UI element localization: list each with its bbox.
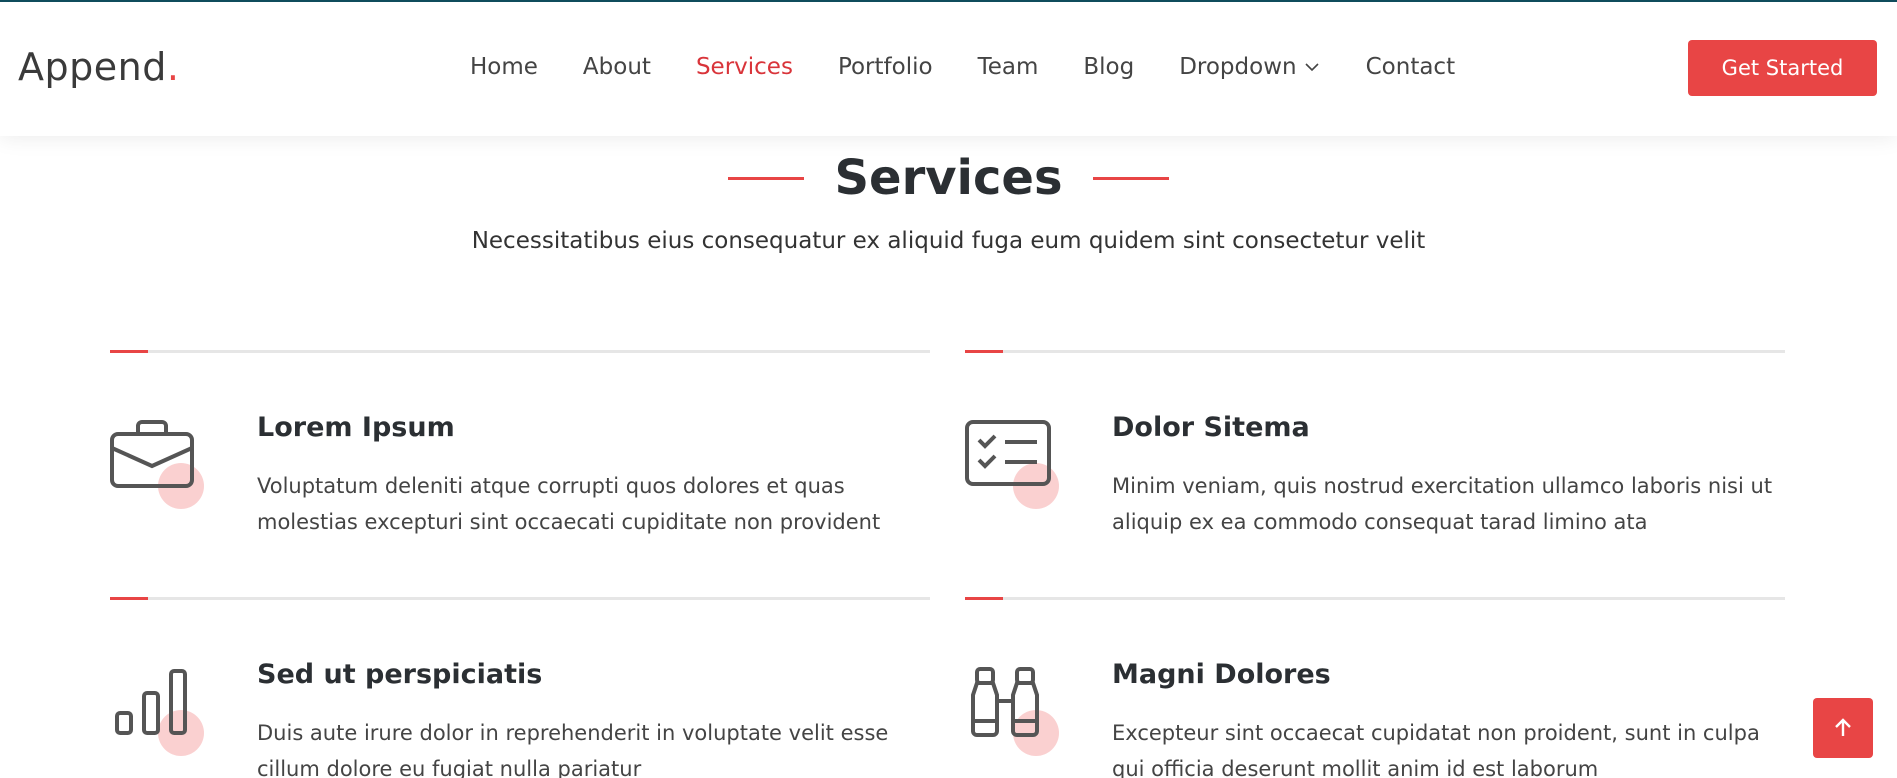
back-to-top-button[interactable] <box>1813 698 1873 758</box>
get-started-button[interactable]: Get Started <box>1688 40 1877 96</box>
site-header: Append. Home About Services Portfolio Te… <box>0 0 1897 136</box>
arrow-up-icon <box>1835 718 1851 736</box>
chevron-down-icon <box>1305 63 1319 72</box>
nav-team[interactable]: Team <box>978 54 1039 80</box>
nav-about[interactable]: About <box>583 54 651 80</box>
title-line-left <box>728 176 805 180</box>
service-text: Minim veniam, quis nostrud exercitation … <box>1112 474 1773 534</box>
binoculars-icon <box>965 665 1065 765</box>
nav-dropdown-label: Dropdown <box>1179 54 1297 80</box>
service-title: Sed ut perspiciatis <box>257 659 543 690</box>
card-divider <box>965 597 1785 600</box>
service-text: Duis aute irure dolor in reprehenderit i… <box>257 721 889 778</box>
nav-contact[interactable]: Contact <box>1366 54 1455 80</box>
card-divider <box>965 350 1785 353</box>
main-nav: Home About Services Portfolio Team Blog … <box>470 54 1500 80</box>
service-text: Voluptatum deleniti atque corrupti quos … <box>257 474 881 534</box>
service-text: Excepteur sint occaecat cupidatat non pr… <box>1112 721 1760 778</box>
logo[interactable]: Append. <box>18 45 179 89</box>
nav-portfolio[interactable]: Portfolio <box>838 54 933 80</box>
top-border <box>0 0 1897 2</box>
nav-blog[interactable]: Blog <box>1083 54 1134 80</box>
nav-dropdown[interactable]: Dropdown <box>1179 54 1320 80</box>
briefcase-icon <box>110 418 210 518</box>
logo-dot: . <box>166 45 180 89</box>
nav-services[interactable]: Services <box>696 54 793 80</box>
nav-home[interactable]: Home <box>470 54 538 80</box>
page-title: Services <box>834 150 1063 206</box>
title-line-right <box>1092 176 1169 180</box>
bar-chart-icon <box>110 665 210 765</box>
section-title: Services <box>0 150 1897 206</box>
service-title: Magni Dolores <box>1112 659 1331 690</box>
logo-text: Append <box>18 45 167 89</box>
service-title: Lorem Ipsum <box>257 412 455 443</box>
card-checklist-icon <box>965 418 1065 518</box>
service-title: Dolor Sitema <box>1112 412 1310 443</box>
card-divider <box>110 350 930 353</box>
section-subtitle: Necessitatibus eius consequatur ex aliqu… <box>471 228 1426 254</box>
card-divider <box>110 597 930 600</box>
